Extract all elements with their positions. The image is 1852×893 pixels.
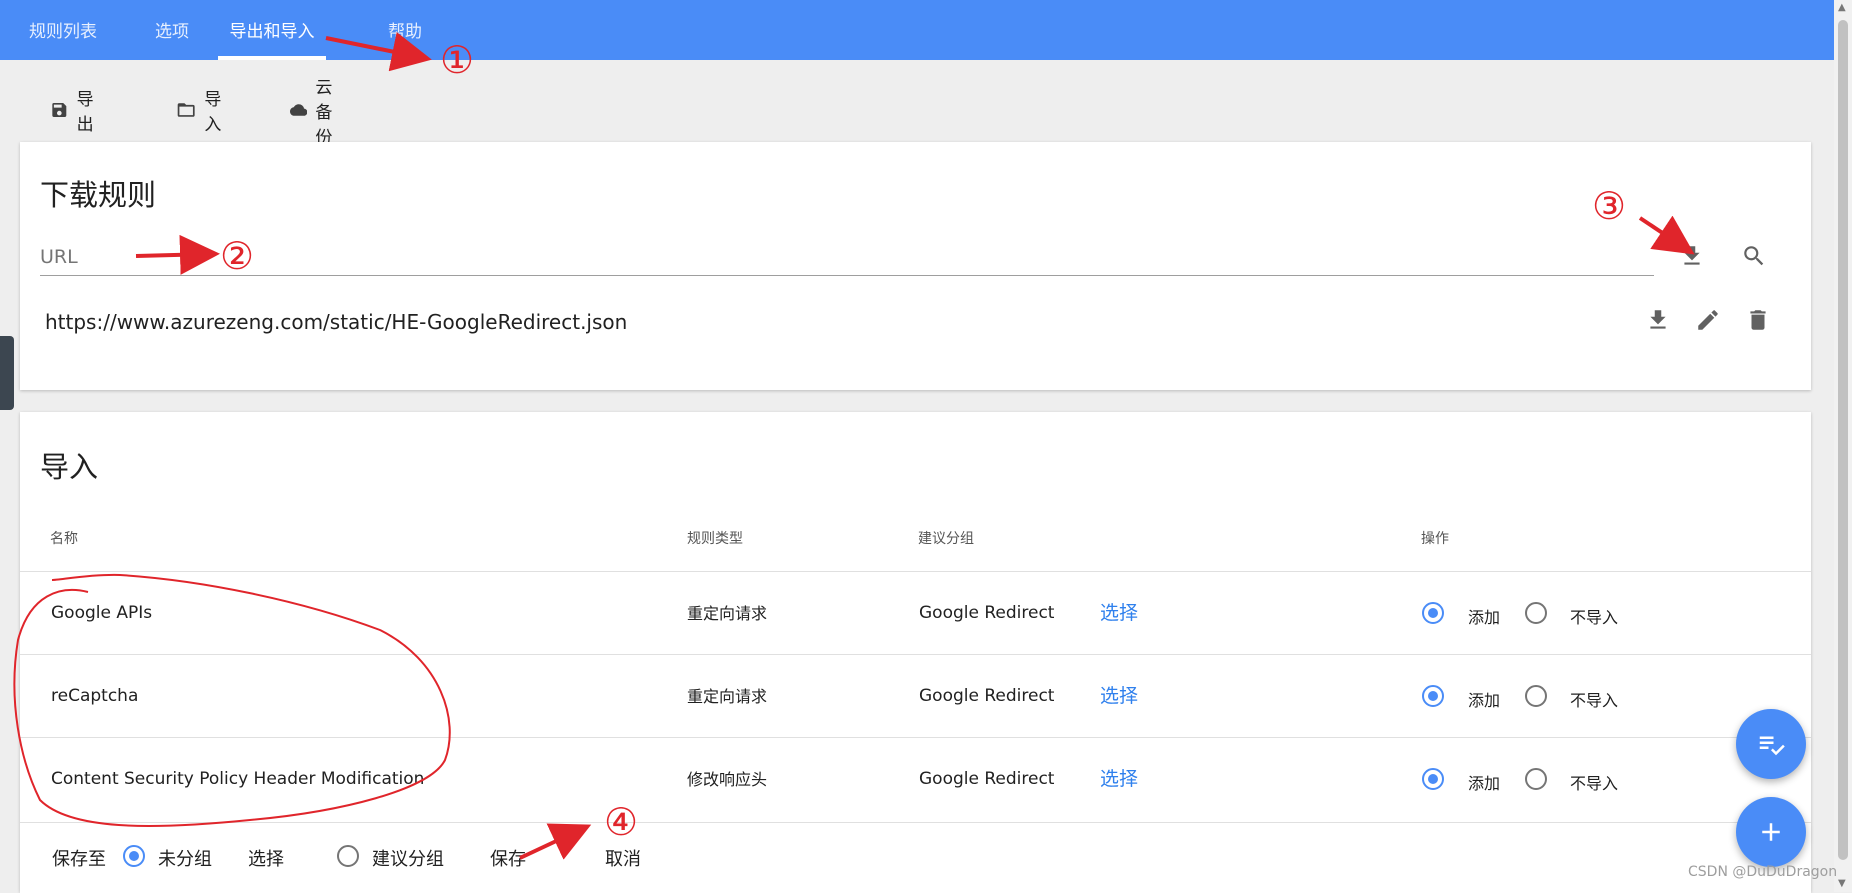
export-label: 导出: [76, 90, 94, 135]
cancel-button[interactable]: 取消: [605, 845, 641, 871]
add-label: 添加: [1468, 691, 1501, 710]
playlist-check-icon: [1759, 736, 1785, 756]
add-label: 添加: [1468, 608, 1501, 627]
rule-group: Google Redirect: [919, 686, 1055, 706]
rule-type: 重定向请求: [687, 604, 768, 623]
add-radio[interactable]: [1422, 602, 1444, 624]
tab-options[interactable]: 选项: [132, 0, 212, 60]
tab-export-import[interactable]: 导出和导入: [218, 0, 326, 60]
rule-edit-button[interactable]: [1690, 302, 1726, 338]
annotation-3: ③: [1592, 184, 1627, 228]
batch-select-fab[interactable]: [1736, 709, 1806, 779]
search-button[interactable]: [1736, 238, 1772, 274]
saved-rule-url: https://www.azurezeng.com/static/HE-Goog…: [45, 310, 628, 334]
download-icon: [1650, 310, 1666, 329]
add-rule-fab[interactable]: [1736, 797, 1806, 867]
rule-download-button[interactable]: [1640, 302, 1676, 338]
add-label: 添加: [1468, 774, 1501, 793]
side-handle[interactable]: [0, 336, 14, 410]
import-title: 导入: [40, 450, 99, 484]
download-rules-card: [20, 142, 1811, 390]
add-radio[interactable]: [1422, 685, 1444, 707]
active-tab-indicator: [218, 56, 326, 60]
import-footer: 保存至 未分组 选择 建议分组 保存 取消: [20, 822, 1811, 893]
top-navigation-bar: 规则列表 选项 导出和导入 帮助: [0, 0, 1834, 60]
trash-icon: [1750, 310, 1766, 330]
table-row: Google APIs 重定向请求 Google Redirect 选择 添加 …: [20, 571, 1811, 655]
download-icon: [1684, 246, 1700, 265]
add-radio[interactable]: [1422, 768, 1444, 790]
url-input[interactable]: URL: [40, 246, 78, 268]
rule-name: reCaptcha: [51, 686, 139, 706]
tab-rule-list[interactable]: 规则列表: [0, 0, 126, 60]
watermark: CSDN @DuDuDragon: [1688, 864, 1838, 880]
plus-icon: [1762, 823, 1780, 841]
column-header-name: 名称: [50, 531, 78, 547]
save-to-label: 保存至: [52, 849, 106, 870]
import-button[interactable]: 导入: [176, 84, 229, 136]
ungrouped-label: 未分组: [158, 849, 212, 870]
skip-radio[interactable]: [1525, 768, 1547, 790]
scrollbar-thumb[interactable]: [1838, 20, 1848, 860]
cloud-backup-label: 云备份: [315, 77, 333, 148]
tab-help[interactable]: 帮助: [370, 0, 440, 60]
ungrouped-radio[interactable]: [123, 845, 145, 867]
folder-icon: [177, 103, 195, 117]
column-header-group: 建议分组: [918, 531, 974, 547]
choose-group-link[interactable]: 选择: [1100, 572, 1138, 655]
annotation-4: ④: [604, 800, 639, 844]
rule-name: Content Security Policy Header Modificat…: [51, 769, 425, 789]
rule-type: 重定向请求: [687, 687, 768, 706]
cloud-icon: [290, 104, 308, 116]
rule-name: Google APIs: [51, 603, 153, 623]
save-icon: [52, 103, 67, 117]
scroll-down-icon[interactable]: ▼: [1838, 878, 1846, 889]
export-button[interactable]: 导出: [50, 84, 101, 136]
choose-group-link[interactable]: 选择: [1100, 655, 1138, 738]
choose-target-link[interactable]: 选择: [248, 845, 284, 871]
rule-delete-button[interactable]: [1740, 302, 1776, 338]
annotation-1: ①: [440, 38, 475, 82]
save-button[interactable]: 保存: [490, 845, 526, 871]
import-label: 导入: [204, 90, 222, 135]
pencil-icon: [1698, 310, 1718, 330]
table-row: reCaptcha 重定向请求 Google Redirect 选择 添加 不导…: [20, 654, 1811, 738]
search-icon: [1744, 246, 1764, 266]
choose-group-link[interactable]: 选择: [1100, 738, 1138, 821]
rule-group: Google Redirect: [919, 603, 1055, 623]
skip-label: 不导入: [1570, 774, 1619, 793]
download-rules-title: 下载规则: [40, 178, 157, 212]
rule-group: Google Redirect: [919, 769, 1055, 789]
download-url-button[interactable]: [1674, 238, 1710, 274]
suggested-group-label: 建议分组: [372, 849, 444, 870]
rule-type: 修改响应头: [687, 770, 768, 789]
url-input-underline: [40, 275, 1654, 276]
column-header-actions: 操作: [1421, 531, 1449, 547]
skip-label: 不导入: [1570, 691, 1619, 710]
skip-radio[interactable]: [1525, 685, 1547, 707]
cloud-backup-button[interactable]: 云备份: [290, 78, 345, 148]
scroll-up-icon[interactable]: ▲: [1838, 2, 1846, 13]
table-row: Content Security Policy Header Modificat…: [20, 737, 1811, 821]
suggested-group-radio[interactable]: [337, 845, 359, 867]
skip-radio[interactable]: [1525, 602, 1547, 624]
column-header-type: 规则类型: [687, 531, 743, 547]
annotation-2: ②: [220, 234, 255, 278]
skip-label: 不导入: [1570, 608, 1619, 627]
